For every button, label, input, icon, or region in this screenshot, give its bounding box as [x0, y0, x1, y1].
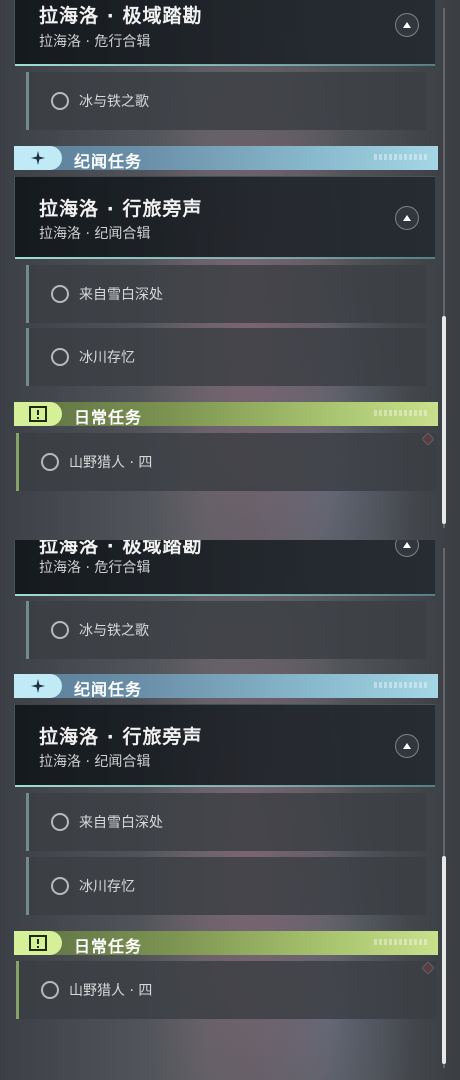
quest-panel-top: 拉海洛 · 极域踏勘 拉海洛 · 危行合辑 冰与铁之歌 纪闻任务 拉海洛 · 行…	[0, 0, 460, 540]
category-header-daily: 日常任务	[14, 402, 438, 427]
list-item-task[interactable]: 来自雪白深处	[26, 265, 426, 323]
alert-square-icon	[14, 402, 62, 426]
quest-card-lvxing[interactable]: 拉海洛 · 行旅旁声 拉海洛 · 纪闻合辑	[14, 176, 436, 259]
category-header-daily: 日常任务	[14, 931, 438, 956]
list-item-daily-task[interactable]: 山野猎人 · 四	[16, 961, 436, 1019]
quest-card-lvxing[interactable]: 拉海洛 · 行旅旁声 拉海洛 · 纪闻合辑	[14, 704, 436, 787]
quest-title: 拉海洛 · 行旅旁声	[39, 198, 203, 220]
circle-outline-icon	[51, 285, 69, 303]
list-item-task[interactable]: 冰与铁之歌	[26, 601, 426, 659]
category-label: 日常任务	[74, 937, 143, 956]
list-item-task[interactable]: 冰与铁之歌	[26, 72, 426, 130]
quest-subtitle: 拉海洛 · 纪闻合辑	[39, 754, 151, 770]
task-label: 冰川存忆	[79, 879, 135, 895]
quest-card-jiyu[interactable]: 拉海洛 · 极域踏勘 拉海洛 · 危行合辑	[14, 540, 436, 596]
alert-square-icon	[14, 931, 62, 955]
circle-outline-icon	[51, 621, 69, 639]
category-header-world: 纪闻任务	[14, 146, 438, 171]
circle-outline-icon	[51, 877, 69, 895]
list-item-task[interactable]: 冰川存忆	[26, 857, 426, 915]
category-tag	[374, 939, 428, 945]
quest-title: 拉海洛 · 行旅旁声	[39, 726, 203, 748]
task-label: 冰川存忆	[79, 350, 135, 366]
category-label: 纪闻任务	[74, 680, 143, 699]
quest-subtitle: 拉海洛 · 危行合辑	[39, 34, 151, 50]
scrollbar-thumb[interactable]	[442, 316, 446, 524]
category-label: 日常任务	[74, 408, 143, 427]
chevron-up-icon[interactable]	[395, 734, 419, 758]
quest-subtitle: 拉海洛 · 纪闻合辑	[39, 226, 151, 242]
category-header-world: 纪闻任务	[14, 674, 438, 699]
task-label: 山野猎人 · 四	[69, 983, 153, 999]
scrollbar-thumb[interactable]	[442, 856, 446, 1064]
quest-title: 拉海洛 · 极域踏勘	[39, 540, 203, 557]
task-label: 冰与铁之歌	[79, 623, 149, 639]
circle-outline-icon	[51, 348, 69, 366]
list-item-task[interactable]: 冰川存忆	[26, 328, 426, 386]
chevron-up-icon[interactable]	[395, 13, 419, 37]
list-item-task[interactable]: 来自雪白深处	[26, 793, 426, 851]
category-tag	[374, 410, 428, 416]
circle-outline-icon	[51, 813, 69, 831]
quest-card-jiyu[interactable]: 拉海洛 · 极域踏勘 拉海洛 · 危行合辑	[14, 0, 436, 66]
task-label: 山野猎人 · 四	[69, 455, 153, 471]
circle-outline-icon	[51, 92, 69, 110]
task-label: 来自雪白深处	[79, 287, 163, 303]
category-tag	[374, 682, 428, 688]
quest-subtitle: 拉海洛 · 危行合辑	[39, 560, 151, 576]
task-label: 冰与铁之歌	[79, 94, 149, 110]
chevron-up-icon[interactable]	[395, 540, 419, 557]
category-label: 纪闻任务	[74, 152, 143, 171]
list-item-daily-task[interactable]: 山野猎人 · 四	[16, 433, 436, 491]
circle-outline-icon	[41, 981, 59, 999]
circle-outline-icon	[41, 453, 59, 471]
quest-title: 拉海洛 · 极域踏勘	[39, 5, 203, 27]
sparkle-icon	[14, 674, 62, 698]
task-label: 来自雪白深处	[79, 815, 163, 831]
sparkle-icon	[14, 146, 62, 170]
category-tag	[374, 154, 428, 160]
quest-panel-bottom: 拉海洛 · 极域踏勘 拉海洛 · 危行合辑 冰与铁之歌 纪闻任务 拉海洛 · 行…	[0, 540, 460, 1080]
chevron-up-icon[interactable]	[395, 206, 419, 230]
